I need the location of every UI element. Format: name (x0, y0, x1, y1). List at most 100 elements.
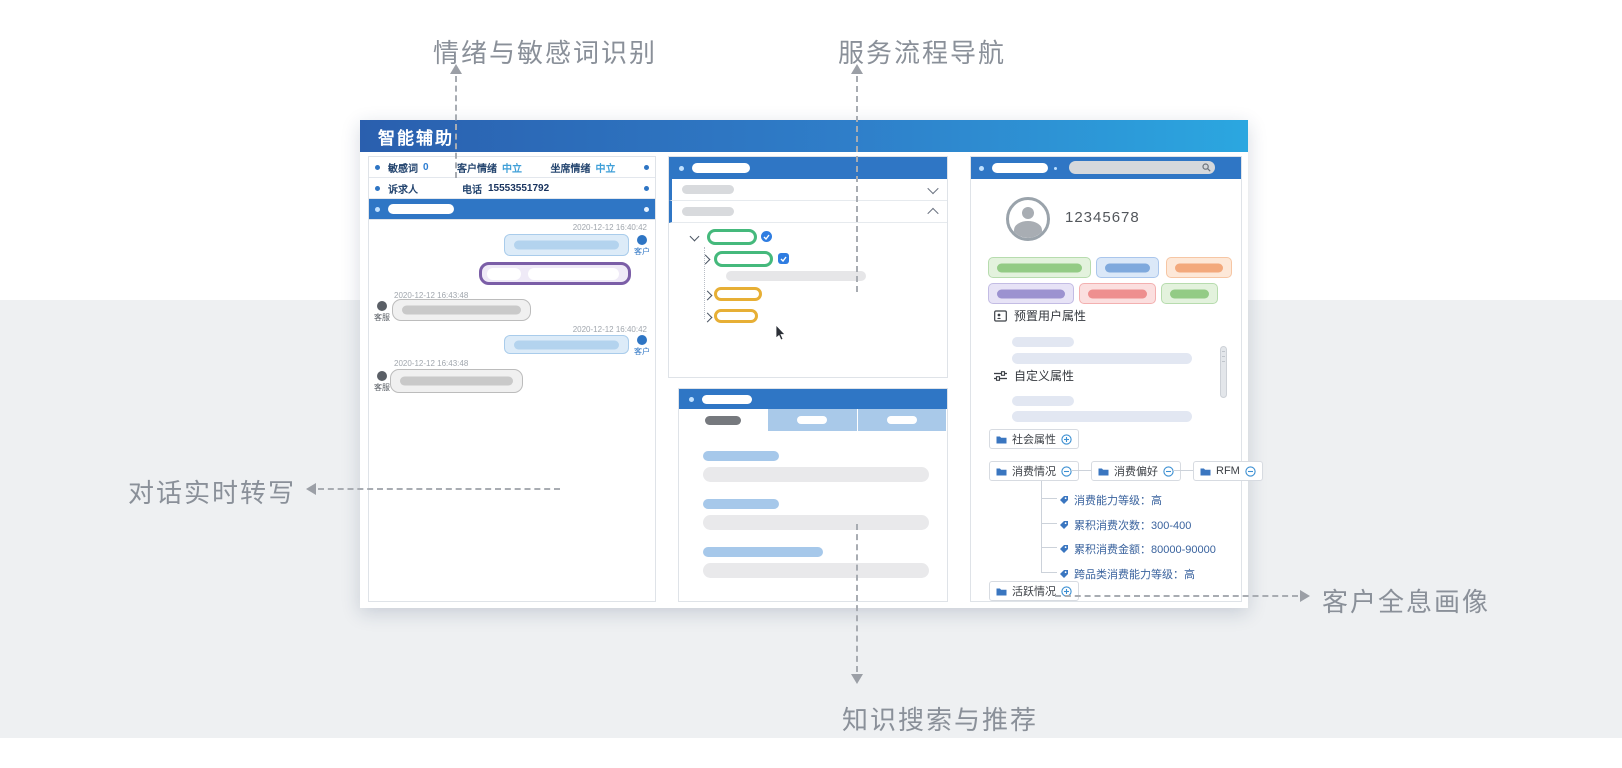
message-time: 2020-12-12 16:43:48 (394, 359, 468, 368)
annotation-service-nav-line (856, 76, 858, 292)
sensitive-word-count: 0 (423, 162, 429, 173)
agent-avatar-label: 客服 (374, 383, 390, 392)
tab-inactive[interactable] (858, 409, 947, 431)
custom-attributes-label: 自定义属性 (1014, 367, 1074, 384)
accordion-row-collapsed[interactable] (669, 179, 947, 201)
tree-connector (1041, 547, 1057, 548)
emotion-info-row: 敏感词 0 客户情绪 中立 坐席情绪 中立 (369, 157, 655, 178)
customer-avatar-label: 客户 (634, 347, 650, 356)
search-input[interactable] (1069, 161, 1215, 174)
result-title-placeholder[interactable] (703, 547, 823, 557)
light-dot-icon (979, 166, 984, 171)
minus-circle-icon[interactable] (1245, 466, 1256, 477)
profile-tag-item: 消费能力等级：高 (1059, 492, 1162, 508)
customer-emotion-value: 中立 (502, 160, 522, 175)
customer-avatar: 客户 (629, 335, 655, 357)
node-preference[interactable]: 消费偏好 (1091, 461, 1181, 481)
flow-step-pending[interactable] (714, 309, 758, 323)
id-card-icon (994, 310, 1007, 322)
profile-tag-red (1079, 283, 1156, 304)
user-id: 12345678 (1065, 209, 1140, 226)
annotation-service-nav-label: 服务流程导航 (838, 33, 1006, 70)
light-dot-icon (1054, 167, 1057, 170)
tree-connector (1041, 572, 1057, 573)
profile-tag-green (988, 257, 1091, 278)
customer-profile-panel: 12345678 预置用户属性 (970, 156, 1242, 602)
flow-step-done[interactable] (714, 251, 773, 267)
node-consumption[interactable]: 消费情况 (989, 461, 1079, 481)
page: 情绪与敏感词识别 服务流程导航 对话实时转写 知识搜索与推荐 客户全息画像 智能… (0, 0, 1622, 768)
window-title: 智能辅助 (378, 124, 454, 149)
accordion-row-expanded[interactable] (669, 201, 947, 223)
title-bar: 智能辅助 (360, 120, 1248, 152)
blue-dot-icon (644, 186, 649, 191)
attribute-placeholder (1012, 353, 1192, 364)
annotation-transcript-line (318, 488, 560, 490)
scrollbar-thumb[interactable] (1220, 346, 1227, 398)
message-time: 2020-12-12 16:40:42 (573, 223, 647, 232)
profile-tag-purple (988, 283, 1074, 304)
attribute-placeholder (1012, 337, 1074, 347)
annotation-profile-line (1055, 595, 1298, 597)
tree-connector (1071, 470, 1091, 471)
agent-message-bubble (392, 299, 531, 321)
flow-accordion (669, 179, 947, 223)
profile-tag-green (1161, 283, 1218, 304)
flow-step-done[interactable] (707, 229, 757, 245)
panel-title-placeholder (702, 395, 752, 404)
light-dot-icon (644, 207, 649, 212)
node-activity[interactable]: 活跃情况 (989, 581, 1079, 601)
preset-attributes-section: 预置用户属性 (994, 307, 1086, 324)
node-social-attributes[interactable]: 社会属性 (989, 429, 1079, 449)
intent-tag-placeholder (487, 268, 521, 280)
tab-active[interactable] (679, 409, 768, 431)
minus-circle-icon[interactable] (1061, 466, 1072, 477)
folder-icon (996, 587, 1007, 596)
minus-circle-icon[interactable] (1163, 466, 1174, 477)
panel-title-placeholder (692, 163, 750, 173)
chevron-up-icon[interactable] (927, 207, 938, 218)
node-rfm[interactable]: RFM (1193, 461, 1263, 481)
attribute-placeholder (1012, 396, 1074, 406)
light-dot-icon (679, 166, 684, 171)
blue-dot-icon (644, 165, 649, 170)
section-title-placeholder (388, 204, 454, 214)
intent-highlight-bubble (479, 262, 631, 285)
result-title-placeholder[interactable] (703, 451, 779, 461)
flow-progress-placeholder (726, 271, 866, 281)
profile-tag-item: 跨品类消费能力等级：高 (1059, 566, 1195, 582)
plus-circle-icon[interactable] (1061, 434, 1072, 445)
search-icon (1202, 163, 1211, 172)
knowledge-tabs (679, 409, 947, 431)
annotation-emotion-label: 情绪与敏感词识别 (433, 33, 657, 70)
caret-collapsed-icon[interactable] (701, 255, 711, 265)
caret-expanded-icon[interactable] (690, 232, 700, 242)
arrow-down-icon (851, 674, 863, 684)
tree-connector (1173, 470, 1193, 471)
tab-inactive[interactable] (768, 409, 857, 431)
profile-tag-item: 累积消费金额：80000-90000 (1059, 541, 1216, 557)
panel-title-placeholder (992, 163, 1048, 173)
caret-collapsed-icon[interactable] (703, 313, 713, 323)
folder-icon (1200, 467, 1211, 476)
result-snippet-placeholder (703, 563, 929, 578)
tag-icon (1059, 495, 1069, 505)
chat-area[interactable]: 2020-12-12 16:40:42 客户 2020-12-12 16:43:… (369, 219, 655, 601)
tree-connector (1041, 523, 1057, 524)
annotation-knowledge-line (856, 524, 858, 672)
customer-avatar-icon (637, 235, 647, 245)
chevron-down-icon[interactable] (927, 182, 938, 193)
customer-emotion-label: 客户情绪 (457, 160, 497, 175)
flow-panel-header (669, 157, 947, 179)
customer-avatar-label: 客户 (634, 247, 650, 256)
flow-step-pending[interactable] (714, 287, 762, 301)
light-dot-icon (375, 207, 380, 212)
phone-label: 电话 (462, 181, 482, 196)
folder-icon (996, 467, 1007, 476)
sliders-icon (994, 370, 1007, 382)
phone-value: 15553551792 (488, 183, 549, 194)
result-title-placeholder[interactable] (703, 499, 779, 509)
agent-avatar-icon (377, 371, 387, 381)
tab-label-placeholder (705, 416, 741, 425)
knowledge-panel-header (679, 389, 947, 409)
